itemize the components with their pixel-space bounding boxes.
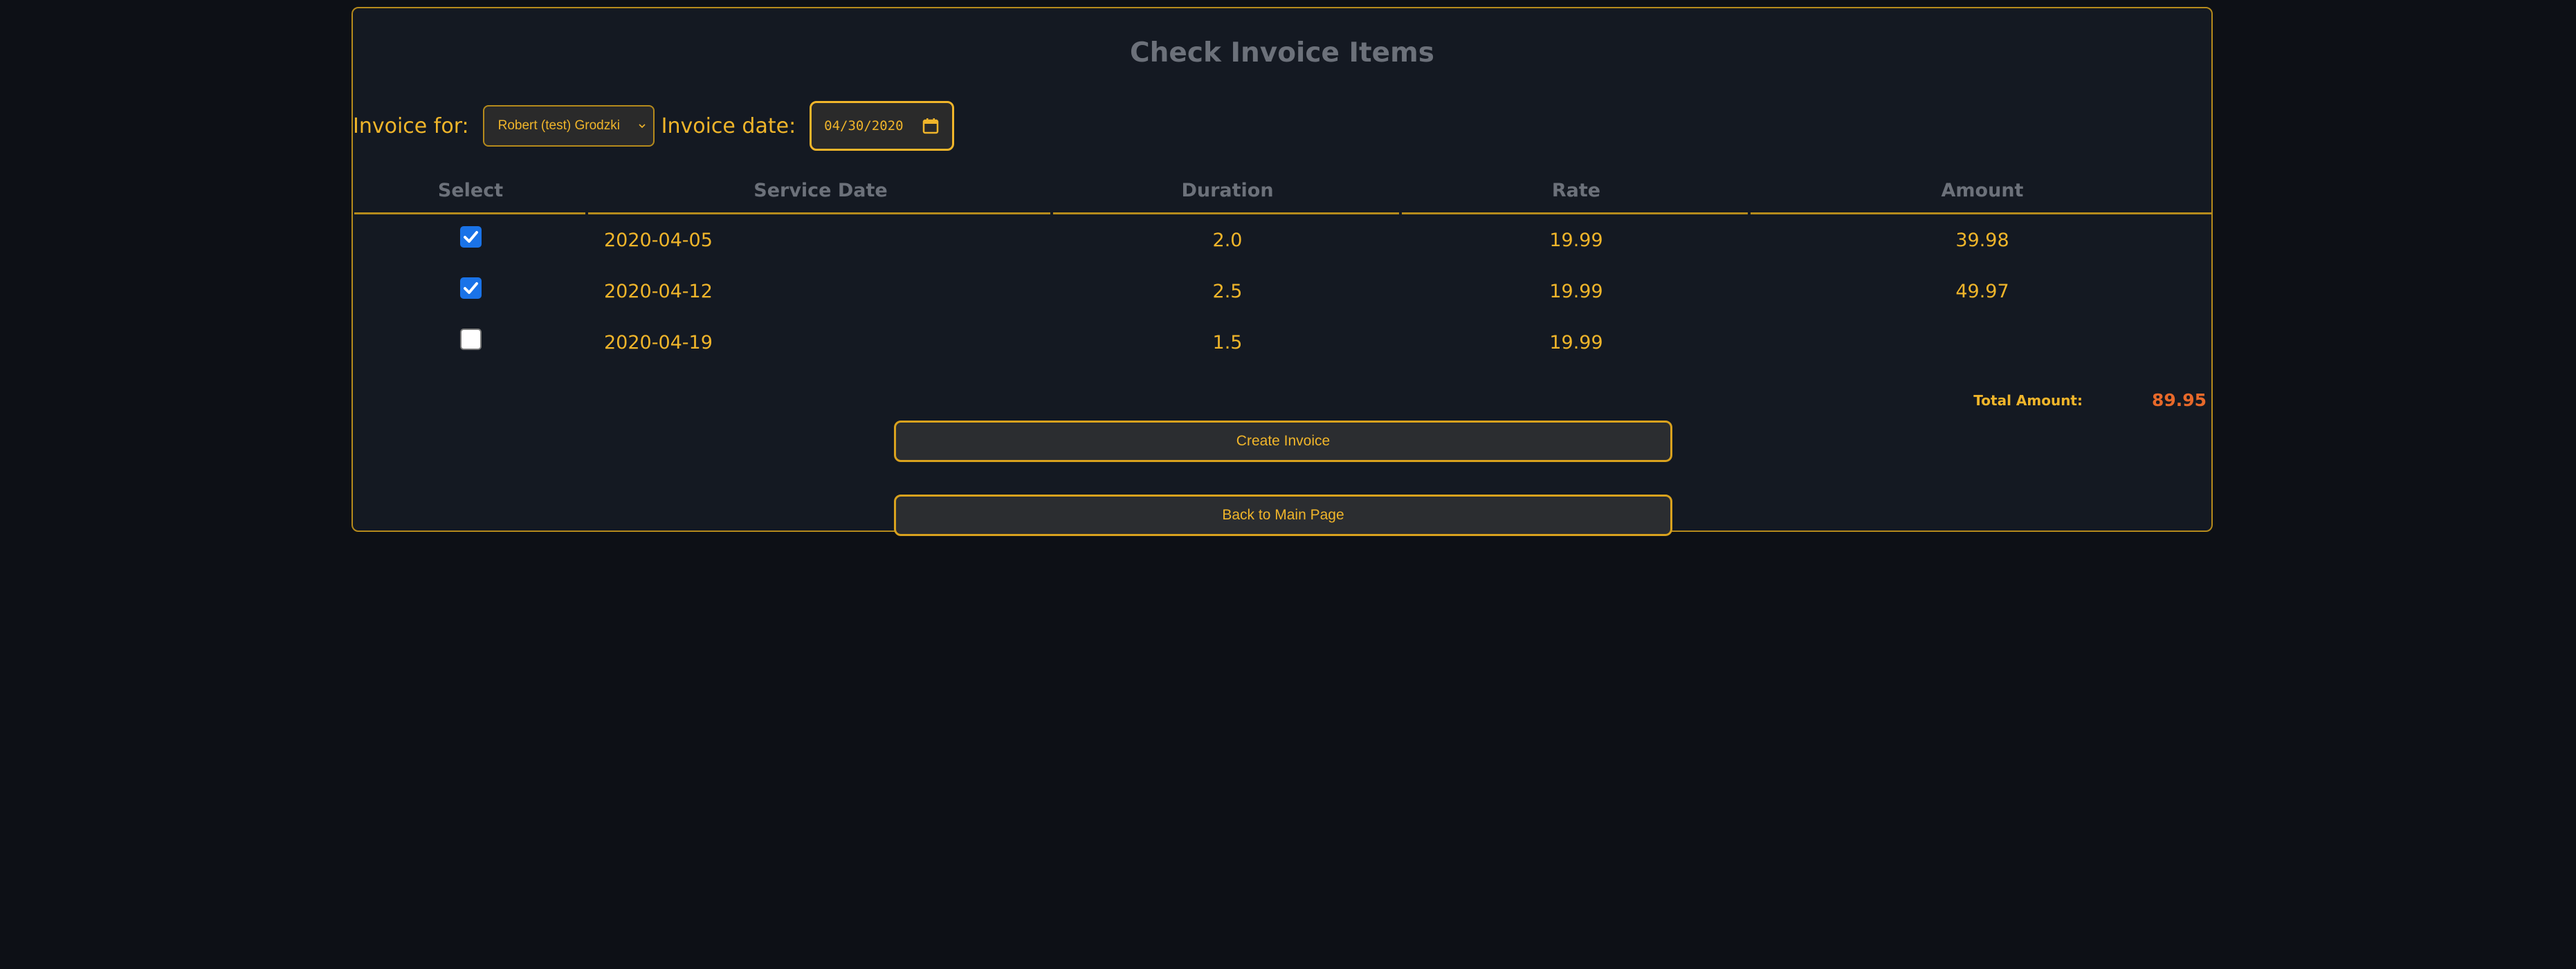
create-invoice-button[interactable]: Create Invoice [894,421,1672,462]
header-amount: Amount [1941,180,2024,201]
invoice-date-value: 04/30/2020 [824,118,904,133]
header-divider [1751,212,2211,214]
row-select-checkbox[interactable] [460,277,482,299]
row-select-checkbox[interactable] [460,329,482,350]
checkmark-icon [464,231,478,243]
row-select-checkbox[interactable] [460,226,482,248]
invoice-date-label: Invoice date: [661,113,796,138]
invoice-panel: Check Invoice Items Invoice for: Robert … [351,7,2213,536]
invoice-form-row: Invoice for: Robert (test) Grodzki Invoi… [353,98,955,154]
row-service-date: 2020-04-12 [604,281,713,302]
row-duration: 2.0 [1212,230,1243,251]
invoice-date-input[interactable]: 04/30/2020 [810,101,955,151]
header-divider [354,212,585,214]
row-amount: 39.98 [1955,230,2009,251]
chevron-down-icon [639,124,646,129]
back-to-main-button[interactable]: Back to Main Page [894,495,1672,536]
header-service-date: Service Date [753,180,888,201]
header-rate: Rate [1551,180,1601,201]
page-title: Check Invoice Items [1130,37,1434,68]
row-rate: 19.99 [1549,332,1603,353]
row-service-date: 2020-04-05 [604,230,713,251]
invoice-for-value: Robert (test) Grodzki [497,118,620,133]
row-service-date: 2020-04-19 [604,332,713,353]
header-divider [1402,212,1748,214]
invoice-for-label: Invoice for: [353,113,469,138]
calendar-icon[interactable] [922,117,940,135]
invoice-for-select[interactable]: Robert (test) Grodzki [482,105,655,147]
row-duration: 1.5 [1212,332,1243,353]
header-divider [1053,212,1399,214]
row-rate: 19.99 [1549,281,1603,302]
total-amount-label: Total Amount: [1973,392,2083,409]
header-select: Select [437,180,504,201]
row-duration: 2.5 [1212,281,1243,302]
total-amount-value: 89.95 [2152,390,2207,410]
row-amount: 49.97 [1955,281,2009,302]
header-divider [588,212,1050,214]
checkmark-icon [464,282,478,294]
header-duration: Duration [1181,180,1274,201]
row-rate: 19.99 [1549,230,1603,251]
